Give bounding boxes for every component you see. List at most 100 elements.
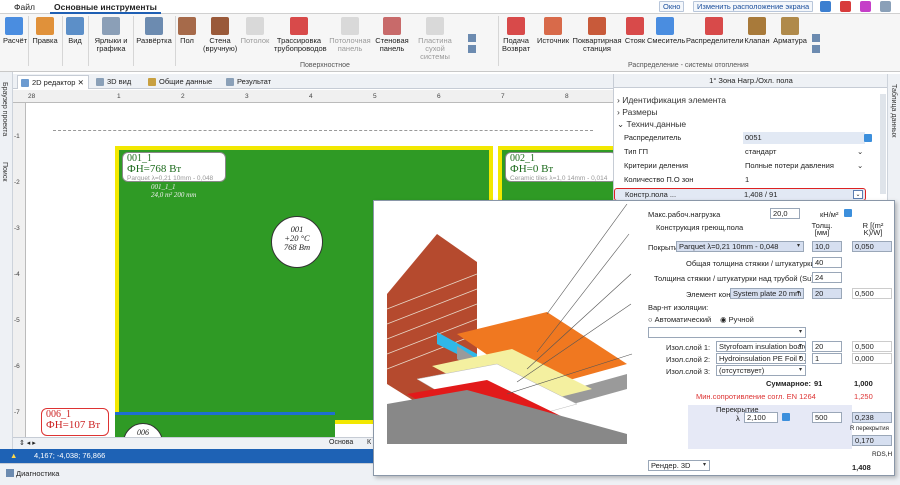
layer-3-select[interactable]: (отсутствует) ▾ [716,365,806,376]
layer-1-label: Изол.слой 1: [666,343,711,352]
nav-arrows-icon[interactable]: ⇕ ◂ ▸ [19,439,36,447]
basis-label[interactable]: Основа [329,439,353,446]
search-tab[interactable]: Поиск [1,162,8,181]
chevron-down-icon[interactable]: ⌄ [853,190,863,199]
insulation-preset-select[interactable]: ▾ [648,327,806,338]
chevron-down-icon[interactable]: ▾ [794,242,803,251]
pick-icon[interactable] [864,134,872,142]
info-icon[interactable] [844,209,852,217]
close-icon[interactable]: ✕ [78,78,84,87]
element-thickness[interactable]: 20 [812,288,842,299]
links-icon[interactable] [860,1,871,12]
window-menu-button[interactable]: Окно [659,1,685,12]
lambda-pick-icon[interactable] [782,413,790,421]
screed-over-input[interactable]: 24 [812,272,842,283]
floor-construction-popup: Макс.рабоч.нагрузка 20,0 кН/м² Конструкц… [373,200,895,476]
ribbon-small-buttons[interactable] [468,34,480,53]
left-side-strip: Браузер проекта Поиск [0,72,13,472]
calc-button[interactable]: Расчёт [3,17,27,45]
apartment-station-button[interactable]: Поквартирная станция [572,17,622,53]
wall-manual-button[interactable]: Стена (вручную) [203,17,237,53]
distributor-icon [705,17,723,35]
ceiling-panel-button[interactable]: Потолочная панель [328,17,372,53]
screed-total-input[interactable]: 40 [812,257,842,268]
room-006-label[interactable]: 006_1 ФН=107 Вт [41,408,109,436]
chevron-down-icon[interactable]: ▾ [794,289,803,298]
result-icon [226,78,234,86]
layer-2-thickness[interactable]: 1 [812,353,842,364]
sum-r: 1,000 [854,379,873,388]
dry-system-plate-button[interactable]: Пластина сухой системы [412,17,458,61]
layer-1-thickness[interactable]: 20 [812,341,842,352]
k-label[interactable]: К [367,439,371,446]
props-scrollbar[interactable] [880,94,886,194]
room-002-label[interactable]: 002_1 ФН=0 Вт Ceramic tiles λ=1,0 14mm -… [505,152,613,182]
unfold-button[interactable]: Развёртка [136,17,172,45]
screed-over-label: Толщина стяжки / штукатурки над трубой (… [654,274,816,283]
riser-button[interactable]: Стояк [624,17,646,45]
prop-row-distributor[interactable]: Распределитель 0051 [614,132,876,145]
chevron-down-icon[interactable]: ▾ [796,366,805,375]
prop-row-criteria[interactable]: Критерии деления Полные потери давления ⌄ [614,160,876,173]
save-icon[interactable] [820,1,831,12]
chevron-down-icon[interactable]: ▾ [796,342,805,351]
chevron-down-icon[interactable]: ▾ [796,328,805,337]
ceiling-button[interactable]: Потолок [240,17,270,45]
layout-menu-button[interactable]: Изменить расположение экрана [693,1,814,12]
chevron-down-icon[interactable]: ▾ [700,461,709,470]
tab-2d-editor[interactable]: 2D редактор ✕ [17,75,89,89]
source-button[interactable]: Источник [536,17,570,45]
menu-main-tools[interactable]: Основные инструменты [50,1,161,14]
section-tech-data[interactable]: ⌄ Технич.данные [617,119,686,130]
labels-graphics-button[interactable]: Ярлыки и графика [91,17,131,53]
section-dimensions[interactable]: › Размеры [617,107,658,117]
autodesk-icon[interactable] [840,1,851,12]
cover-thickness[interactable]: 10,0 [812,241,842,252]
chevron-down-icon[interactable]: ⌄ [857,160,863,172]
prop-row-type[interactable]: Тип ГП стандарт ⌄ [614,146,876,159]
lambda-symbol: λ [736,414,740,423]
layer-1-select[interactable]: Styrofoam insulation board ▾ [716,341,806,352]
element-select[interactable]: System plate 20 mm ▾ [730,288,804,299]
mixer-button[interactable]: Смеситель [647,17,685,45]
max-load-input[interactable]: 20,0 [770,208,800,219]
data-table-tab[interactable]: Таблица данных [890,84,897,138]
pipe-routing-button[interactable]: Трассировка трубопроводов [274,17,327,53]
chevron-down-icon[interactable]: ▾ [796,354,805,363]
cover-select[interactable]: Parquet λ=0,21 10mm - 0,048 ▾ [676,241,804,252]
wall-panel-button[interactable]: Стеновая панель [374,17,410,53]
section-identification[interactable]: › Идентификация элемента [617,95,726,105]
supply-return-button[interactable]: Подача Возврат [502,17,530,53]
tab-3d-view[interactable]: 3D вид [93,75,135,89]
view-button[interactable]: Вид [66,17,84,45]
render-mode-select[interactable]: Рендер. 3D ▾ [648,460,710,471]
cover-r[interactable]: 0,050 [852,241,892,252]
menu-file[interactable]: Файл [10,1,39,14]
room-006-circle[interactable]: 006 [123,423,163,437]
room-001-circle[interactable]: 001 +20 °C 768 Вт [271,216,323,268]
radio-selected-icon: ◉ [720,315,727,324]
distributors-button[interactable]: Распределители [686,17,744,45]
slab-lambda-input[interactable]: 2,100 [744,412,778,423]
valve-button[interactable]: Клапан [744,17,770,45]
edit-button[interactable]: Правка [32,17,58,45]
project-browser-tab[interactable]: Браузер проекта [1,82,8,136]
floor-button[interactable]: Пол [178,17,196,45]
room-001-label[interactable]: 001_1 ФН=768 Вт Parquet λ=0,21 10mm - 0,… [122,152,226,182]
help-icon[interactable] [880,1,891,12]
ribbon-small-buttons-2[interactable] [812,34,824,53]
manual-radio[interactable]: ◉ Ручной [720,315,754,324]
room-006[interactable]: 006 [115,412,335,437]
layer-2-select[interactable]: Hydroinsulation PE Foil 0.2 m▾ [716,353,806,364]
chevron-down-icon[interactable]: ⌄ [857,146,863,158]
tab-common-data[interactable]: Общие данные [145,75,216,89]
auto-radio[interactable]: ○ Автоматический [648,315,711,324]
fittings-icon [781,17,799,35]
prop-row-zones[interactable]: Количество П.О зон 1 [614,174,876,187]
warning-icon[interactable]: ▲ [10,449,17,463]
fittings-button[interactable]: Арматура [772,17,808,45]
subzone-label: 001_1_1 24,0 m² 200 mm [151,183,197,199]
slab-thickness-input[interactable]: 500 [812,412,842,423]
diagnostics-tab[interactable]: Диагностика [16,469,59,478]
tab-result[interactable]: Результат [223,75,275,89]
